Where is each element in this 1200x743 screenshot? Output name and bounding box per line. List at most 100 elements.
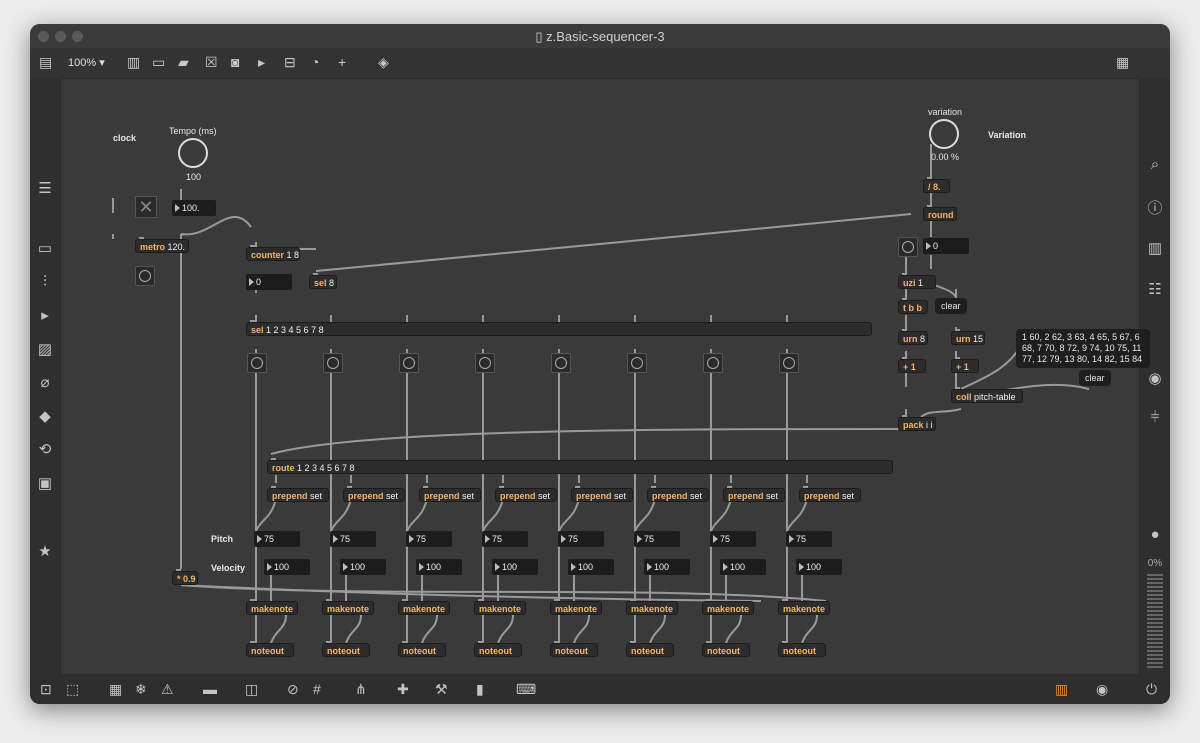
info-icon[interactable]: ⓘ (1147, 197, 1163, 218)
pitch-number-2[interactable]: 75 (330, 531, 376, 547)
presentation-icon[interactable]: ▬ (203, 681, 217, 697)
trigger-object[interactable]: t b b (898, 298, 928, 314)
counter-number[interactable]: 0 (246, 274, 292, 290)
uzi-count-number[interactable]: 0 (923, 238, 969, 254)
layers-icon[interactable]: ◫ (245, 681, 258, 698)
coll-object[interactable]: coll pitch-table (951, 387, 1023, 403)
variation-dial[interactable] (929, 119, 959, 149)
hide-icon[interactable]: ⊘ (287, 681, 299, 698)
prepend-object-8[interactable]: prepend set (799, 486, 861, 502)
velocity-number-1[interactable]: 100 (264, 559, 310, 575)
dial-icon[interactable]: ◔ (311, 54, 319, 70)
route-object[interactable]: route 1 2 3 4 5 6 7 8 (267, 458, 893, 474)
makenote-object-8[interactable]: makenote (778, 599, 830, 615)
zoom-select[interactable]: 100% ▾ (68, 56, 105, 69)
counter-object[interactable]: counter 1 8 (246, 245, 300, 261)
paint-icon[interactable]: ◈ (378, 54, 389, 70)
loop-icon[interactable]: ⟲ (37, 440, 53, 458)
audio-icon[interactable]: ⫶ (37, 273, 53, 290)
step-bang-5[interactable] (551, 353, 571, 373)
makenote-object-2[interactable]: makenote (322, 599, 374, 615)
lock-icon[interactable]: ⊡ (40, 681, 52, 698)
makenote-object-7[interactable]: makenote (702, 599, 754, 615)
velocity-number-4[interactable]: 100 (492, 559, 538, 575)
pitch-table-message[interactable]: 1 60, 2 62, 3 63, 4 65, 5 67, 6 68, 7 70… (1016, 329, 1150, 368)
warning-icon[interactable]: ⚠ (161, 681, 174, 698)
divide-object[interactable]: / 8. (923, 177, 950, 193)
step-bang-2[interactable] (323, 353, 343, 373)
tree-icon[interactable]: ⋔ (355, 681, 367, 698)
sel-8-object[interactable]: sel 8 (309, 273, 337, 289)
noteout-object-3[interactable]: noteout (398, 641, 446, 657)
mixer-icon[interactable]: ⫩ (1147, 409, 1163, 426)
plus-one-object-1[interactable]: + 1 (898, 357, 926, 373)
pack-object[interactable]: pack i i (898, 415, 936, 431)
makenote-object-3[interactable]: makenote (398, 599, 450, 615)
prepend-object-6[interactable]: prepend set (647, 486, 709, 502)
urn-15-object[interactable]: urn 15 (951, 329, 985, 345)
plug-icon[interactable]: ◆ (37, 407, 53, 425)
prepend-object-3[interactable]: prepend set (419, 486, 481, 502)
sidebar-icon[interactable]: ▤ (39, 54, 52, 70)
velocity-number-6[interactable]: 100 (644, 559, 690, 575)
add-wire-icon[interactable]: ✚ (397, 681, 409, 698)
prepend-object-4[interactable]: prepend set (495, 486, 557, 502)
round-object[interactable]: round (923, 205, 957, 221)
freeze-icon[interactable]: ❄ (135, 681, 147, 698)
tempo-number[interactable]: 100. (172, 200, 216, 216)
book-icon[interactable]: ▥ (1147, 239, 1163, 257)
prepend-object-2[interactable]: prepend set (343, 486, 405, 502)
velocity-number-3[interactable]: 100 (416, 559, 462, 575)
menu-icon[interactable]: ☰ (37, 179, 53, 197)
edit-icon[interactable]: ⬚ (66, 681, 79, 698)
clear-message-1[interactable]: clear (935, 298, 967, 314)
image-icon[interactable]: ▨ (37, 340, 53, 358)
urn-8-object[interactable]: urn 8 (898, 329, 928, 345)
toggle-icon[interactable]: ☒ (205, 54, 218, 70)
on-off-toggle[interactable]: ✕ (135, 196, 157, 218)
keyboard-icon[interactable]: ⌨ (516, 681, 536, 698)
list-icon[interactable]: ☷ (1147, 280, 1163, 298)
step-bang-1[interactable] (247, 353, 267, 373)
noteout-object-8[interactable]: noteout (778, 641, 826, 657)
makenote-object-5[interactable]: makenote (550, 599, 602, 615)
plus-one-object-2[interactable]: + 1 (951, 357, 979, 373)
makenote-object-4[interactable]: makenote (474, 599, 526, 615)
multiply-object[interactable]: * 0.9 (172, 569, 198, 585)
metro-bang[interactable] (135, 266, 155, 286)
step-bang-6[interactable] (627, 353, 647, 373)
package-icon[interactable]: ▣ (37, 474, 53, 492)
message-icon[interactable]: ▰ (178, 54, 189, 70)
patcher-canvas[interactable]: clock Tempo (ms) 100 ✕ 100. metro 120. c… (61, 79, 1150, 674)
velocity-number-7[interactable]: 100 (720, 559, 766, 575)
makenote-object-1[interactable]: makenote (246, 599, 298, 615)
grid-icon[interactable]: # (313, 681, 321, 697)
button-icon[interactable]: ◙ (231, 54, 239, 70)
noteout-object-7[interactable]: noteout (702, 641, 750, 657)
grid-keyboard-icon[interactable]: ▦ (1116, 54, 1129, 70)
pitch-number-6[interactable]: 75 (634, 531, 680, 547)
noteout-object-2[interactable]: noteout (322, 641, 370, 657)
step-bang-4[interactable] (475, 353, 495, 373)
browser-icon[interactable]: ▭ (37, 239, 53, 257)
tempo-dial[interactable] (178, 138, 208, 168)
noteout-object-6[interactable]: noteout (626, 641, 674, 657)
power-icon[interactable]: ⏻ (1146, 681, 1157, 698)
step-bang-8[interactable] (779, 353, 799, 373)
pitch-number-8[interactable]: 75 (786, 531, 832, 547)
record-icon[interactable]: ● (1147, 526, 1163, 543)
play-icon[interactable]: ◉ (1096, 681, 1108, 698)
present-icon[interactable]: ▦ (109, 681, 122, 698)
search-icon[interactable]: ⌕ (1147, 156, 1163, 173)
pitch-number-3[interactable]: 75 (406, 531, 452, 547)
comment-icon[interactable]: ▭ (152, 54, 165, 70)
prepend-object-7[interactable]: prepend set (723, 486, 785, 502)
pitch-number-5[interactable]: 75 (558, 531, 604, 547)
piano-icon[interactable]: ▮ (476, 681, 484, 698)
noteout-object-5[interactable]: noteout (550, 641, 598, 657)
pitch-number-4[interactable]: 75 (482, 531, 528, 547)
camera-icon[interactable]: ◉ (1147, 369, 1163, 387)
prepend-object-5[interactable]: prepend set (571, 486, 633, 502)
variation-bang[interactable] (898, 237, 918, 257)
presentation-icon[interactable]: ▥ (127, 54, 140, 70)
